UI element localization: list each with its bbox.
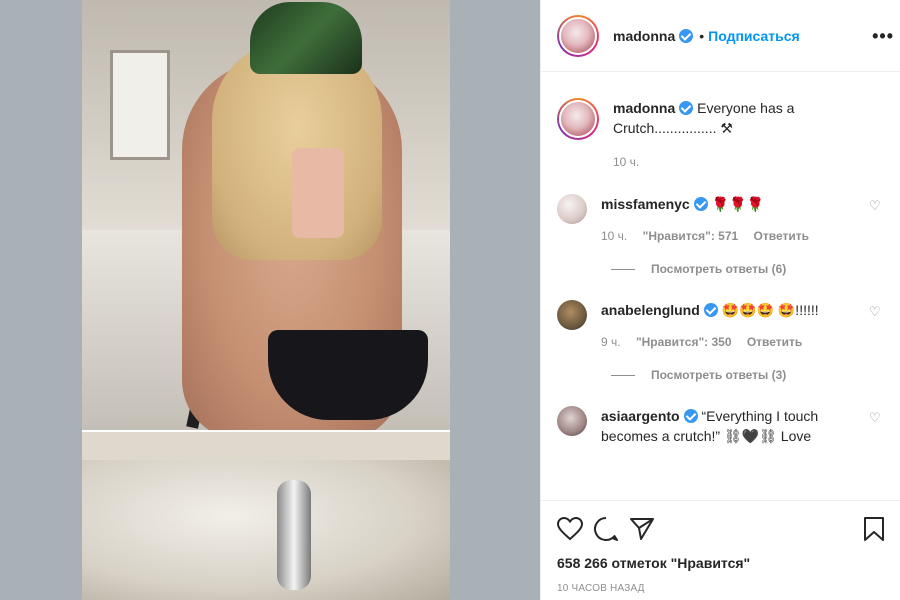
caption-username[interactable]: madonna (613, 100, 675, 116)
likes-count[interactable]: 658 266 отметок "Нравится" (557, 555, 885, 571)
commenter-avatar[interactable] (557, 406, 587, 436)
comment-item: anabelenglund 🤩🤩🤩 🤩!!!!!! 9 ч. "Нравится… (541, 300, 900, 352)
commenter-avatar[interactable] (557, 300, 587, 330)
view-replies-button[interactable]: Посмотреть ответы (6) (611, 262, 900, 276)
photo-cap (250, 2, 362, 74)
caption-avatar[interactable] (557, 98, 599, 140)
comment-icon[interactable] (593, 513, 629, 545)
more-options-icon[interactable]: ••• (872, 26, 894, 47)
caption-time[interactable]: 10 ч. (613, 155, 639, 169)
verified-badge-icon (679, 28, 694, 43)
comment-item: missfamenyc 🌹🌹🌹 10 ч. "Нравится": 571 От… (541, 194, 900, 246)
post-timestamp[interactable]: 10 ЧАСОВ НАЗАД (557, 583, 885, 594)
view-replies-label: Посмотреть ответы (3) (651, 368, 787, 382)
comment-username[interactable]: asiaargento (601, 408, 680, 424)
verified-badge-icon (693, 197, 708, 211)
share-icon[interactable] (629, 513, 665, 545)
photo-marble (82, 460, 450, 600)
author-avatar[interactable] (557, 14, 599, 57)
comment-item: asiaargento “Everything I touch becomes … (541, 406, 900, 446)
heart-icon[interactable] (557, 513, 593, 545)
verified-badge-icon (703, 303, 718, 317)
view-replies-label: Посмотреть ответы (6) (651, 262, 787, 276)
bookmark-icon[interactable] (849, 513, 885, 545)
comment-username[interactable]: missfamenyc (601, 196, 690, 212)
reply-button[interactable]: Ответить (754, 229, 809, 243)
comment-time[interactable]: 9 ч. (601, 335, 621, 349)
author-username[interactable]: madonna (613, 28, 675, 44)
verified-badge-icon (679, 101, 694, 115)
verified-badge-icon (683, 409, 698, 423)
post-actions: 658 266 отметок "Нравится" 10 ЧАСОВ НАЗА… (541, 500, 900, 600)
comment-like-icon[interactable]: ♡ (869, 410, 883, 425)
comment-text: 🤩🤩🤩 🤩!!!!!! (721, 302, 819, 318)
comments-list[interactable]: madonna Everyone has a Crutch...........… (541, 88, 900, 500)
replies-line (611, 268, 635, 270)
photo-faucet (277, 480, 311, 590)
comment-likes[interactable]: "Нравится": 350 (636, 335, 732, 349)
comment-likes[interactable]: "Нравится": 571 (643, 229, 739, 243)
follow-button[interactable]: Подписаться (708, 28, 800, 44)
comment-username[interactable]: anabelenglund (601, 302, 700, 318)
reply-button[interactable]: Ответить (747, 335, 802, 349)
commenter-avatar[interactable] (557, 194, 587, 224)
separator-dot: • (699, 27, 705, 44)
photo-window (110, 50, 170, 160)
comment-like-icon[interactable]: ♡ (869, 198, 883, 213)
post-header: madonna • Подписаться ••• (541, 0, 900, 72)
post-side-panel: madonna • Подписаться ••• madonna Everyo… (540, 0, 900, 600)
photo-counter (82, 430, 450, 460)
photo-phone (292, 148, 344, 238)
comment-time[interactable]: 10 ч. (601, 229, 627, 243)
comment-text: 🌹🌹🌹 (711, 196, 764, 212)
post-photo-pane (0, 0, 540, 600)
caption: madonna Everyone has a Crutch...........… (541, 98, 900, 172)
replies-line (611, 374, 635, 376)
photo-briefs (268, 330, 428, 420)
comment-like-icon[interactable]: ♡ (869, 304, 883, 319)
action-icons (557, 513, 885, 545)
post-photo[interactable] (82, 0, 450, 600)
view-replies-button[interactable]: Посмотреть ответы (3) (611, 368, 900, 382)
